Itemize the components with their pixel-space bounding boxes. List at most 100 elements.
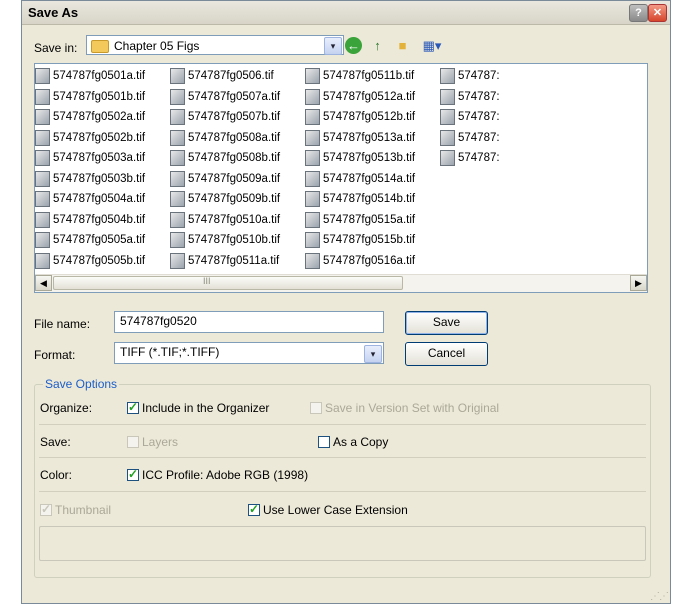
- file-item[interactable]: 574787fg0513b.tif: [305, 150, 415, 168]
- file-name: 574787fg0505a.tif: [53, 234, 146, 246]
- new-folder-icon[interactable]: ■: [394, 37, 411, 54]
- file-item[interactable]: 574787fg0508a.tif: [170, 129, 280, 148]
- file-item[interactable]: 574787fg0502a.tif: [35, 109, 145, 127]
- file-item[interactable]: 574787fg0516a.tif: [305, 252, 415, 271]
- file-item[interactable]: 574787fg0511a.tif: [170, 252, 279, 271]
- file-item[interactable]: 574787fg0503a.tif: [35, 150, 145, 168]
- file-name: 574787fg0515b.tif: [323, 234, 416, 246]
- file-item[interactable]: 574787:: [440, 129, 500, 148]
- icc-profile-label: ICC Profile: Adobe RGB (1998): [142, 467, 309, 482]
- file-item[interactable]: 574787fg0504a.tif: [35, 191, 145, 209]
- file-item[interactable]: 574787fg0501b.tif: [35, 88, 145, 107]
- up-folder-icon[interactable]: ↑: [369, 37, 386, 54]
- horizontal-scrollbar[interactable]: ◀ III ▶: [35, 274, 647, 292]
- tif-file-icon: [35, 109, 50, 125]
- file-name: 574787fg0514b.tif: [323, 193, 416, 205]
- file-name: 574787fg0511b.tif: [323, 70, 415, 82]
- scroll-left-button[interactable]: ◀: [35, 275, 52, 291]
- description-box: [39, 526, 646, 561]
- checkbox-box[interactable]: [127, 467, 139, 481]
- resize-grip-icon[interactable]: ⋰⋰: [650, 591, 669, 602]
- file-item[interactable]: 574787fg0502b.tif: [35, 129, 145, 148]
- file-name: 574787:: [458, 70, 500, 82]
- tif-file-icon: [305, 252, 320, 269]
- file-item[interactable]: 574787fg0506.tif: [170, 68, 274, 86]
- file-name: 574787fg0504b.tif: [53, 213, 146, 226]
- tif-file-icon: [35, 191, 50, 207]
- tif-file-icon: [35, 232, 50, 248]
- file-item[interactable]: 574787fg0508b.tif: [170, 150, 280, 168]
- save-in-value: Chapter 05 Figs: [114, 39, 200, 53]
- file-item[interactable]: 574787fg0514b.tif: [305, 191, 415, 209]
- checkbox-box[interactable]: [127, 400, 139, 414]
- tif-file-icon: [305, 68, 320, 84]
- file-item[interactable]: 574787fg0504b.tif: [35, 211, 146, 230]
- file-item[interactable]: 574787fg0505b.tif: [35, 252, 145, 271]
- tif-file-icon: [35, 129, 50, 146]
- thumbnail-checkbox: Thumbnail: [40, 502, 111, 517]
- file-item[interactable]: 574787fg0509b.tif: [170, 191, 280, 209]
- file-name-input[interactable]: 574787fg0520: [114, 311, 384, 333]
- tif-file-icon: [305, 191, 320, 207]
- file-name: 574787fg0513a.tif: [323, 131, 416, 144]
- chevron-down-icon[interactable]: ▾: [324, 37, 342, 55]
- file-item[interactable]: 574787fg0507b.tif: [170, 109, 280, 127]
- as-a-copy-checkbox[interactable]: As a Copy: [318, 434, 388, 449]
- file-item[interactable]: 574787fg0515a.tif: [305, 211, 415, 230]
- file-item[interactable]: 574787fg0501a.tif: [35, 68, 145, 86]
- tif-file-icon: [170, 150, 185, 166]
- checkbox-box[interactable]: [318, 435, 330, 448]
- file-item[interactable]: 574787fg0505a.tif: [35, 232, 145, 250]
- scroll-right-button[interactable]: ▶: [630, 275, 647, 291]
- divider: [39, 457, 646, 458]
- file-list[interactable]: 574787fg0501a.tif 574787fg0501b.tif 574787…: [34, 63, 648, 293]
- cancel-button[interactable]: Cancel: [405, 342, 488, 366]
- file-item[interactable]: 574787:: [440, 150, 500, 168]
- format-dropdown[interactable]: TIFF (*.TIF;*.TIFF) ▾: [114, 342, 384, 364]
- checkbox-box: [40, 502, 52, 516]
- tif-file-icon: [305, 109, 320, 125]
- icc-profile-checkbox[interactable]: ICC Profile: Adobe RGB (1998): [127, 467, 308, 482]
- file-item[interactable]: 574787fg0507a.tif: [170, 88, 281, 107]
- help-button[interactable]: ?: [629, 4, 648, 22]
- folder-icon: [91, 40, 109, 53]
- version-set-label: Save in Version Set with Original: [325, 400, 500, 415]
- file-name: 574787fg0507a.tif: [188, 90, 281, 103]
- file-item[interactable]: 574787fg0512b.tif: [305, 109, 415, 127]
- chevron-down-icon[interactable]: ▾: [364, 345, 382, 363]
- back-arrow-icon[interactable]: ←: [345, 37, 362, 54]
- lower-case-extension-checkbox[interactable]: Use Lower Case Extension: [248, 502, 408, 517]
- file-item[interactable]: 574787:: [440, 109, 500, 127]
- file-name: 574787fg0509b.tif: [188, 193, 281, 205]
- file-item[interactable]: 574787fg0515b.tif: [305, 232, 415, 250]
- file-item[interactable]: 574787fg0503b.tif: [35, 170, 145, 189]
- checkbox-box[interactable]: [248, 502, 260, 516]
- file-name: 574787fg0507b.tif: [188, 111, 281, 123]
- file-item[interactable]: 574787fg0512a.tif: [305, 88, 416, 107]
- file-item[interactable]: 574787:: [440, 88, 500, 107]
- include-organizer-label: Include in the Organizer: [142, 400, 270, 415]
- file-item[interactable]: 574787fg0513a.tif: [305, 129, 416, 148]
- format-value: TIFF (*.TIF;*.TIFF): [120, 345, 220, 359]
- file-name: 574787fg0512b.tif: [323, 111, 416, 123]
- save-options-title: Save Options: [43, 377, 120, 391]
- tif-file-icon: [35, 211, 50, 228]
- color-label: Color:: [40, 468, 73, 482]
- file-item[interactable]: 574787fg0511b.tif: [305, 68, 414, 86]
- save-in-dropdown[interactable]: Chapter 05 Figs ▾: [86, 35, 344, 55]
- file-item[interactable]: 574787:: [440, 68, 500, 86]
- close-button[interactable]: ✕: [648, 4, 667, 22]
- save-button[interactable]: Save: [405, 311, 488, 335]
- file-item[interactable]: 574787fg0510a.tif: [170, 211, 280, 230]
- file-name: 574787fg0508b.tif: [188, 152, 281, 164]
- views-menu-icon[interactable]: ▦▾: [419, 37, 445, 54]
- file-name: 574787fg0512a.tif: [323, 90, 416, 103]
- file-item[interactable]: 574787fg0509a.tif: [170, 170, 280, 189]
- file-item[interactable]: 574787fg0510b.tif: [170, 232, 280, 250]
- include-organizer-checkbox[interactable]: Include in the Organizer: [127, 400, 269, 415]
- scroll-thumb[interactable]: [53, 276, 403, 290]
- tif-file-icon: [35, 150, 50, 166]
- file-item[interactable]: 574787fg0514a.tif: [305, 170, 415, 189]
- title-bar[interactable]: Save As ? ✕: [22, 1, 670, 25]
- file-name: 574787fg0503a.tif: [53, 152, 146, 164]
